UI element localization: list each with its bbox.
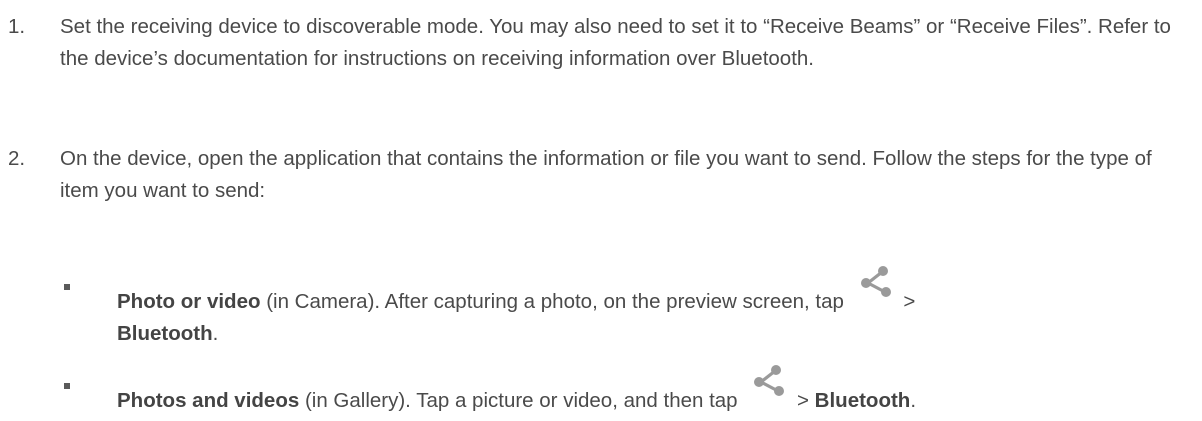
bullet-target: Bluetooth	[814, 389, 911, 412]
separator: >	[791, 389, 815, 412]
square-bullet-icon	[64, 383, 70, 389]
separator: >	[897, 290, 916, 313]
step-number: 1.	[8, 15, 26, 38]
bullet-context: (in Camera). After capturing a photo, on…	[260, 290, 850, 313]
share-icon	[856, 266, 896, 304]
bullet-context: (in Gallery). Tap a picture or video, an…	[299, 389, 744, 412]
step-text: Set the receiving device to discoverable…	[60, 15, 1171, 70]
bullet-text: Photo or video (in Camera). After captur…	[117, 266, 1177, 349]
bullet-text: Photos and videos (in Gallery). Tap a pi…	[117, 365, 1177, 417]
share-icon	[749, 365, 789, 403]
bullet-end: .	[910, 389, 917, 412]
bullet-target: Bluetooth	[117, 321, 213, 345]
bullet-end: .	[212, 321, 219, 345]
bullet-title: Photo or video	[117, 290, 261, 313]
step-text: On the device, open the application that…	[60, 147, 1152, 202]
step-number: 2.	[8, 147, 26, 170]
square-bullet-icon	[64, 284, 70, 290]
bullet-title: Photos and videos	[117, 389, 300, 412]
